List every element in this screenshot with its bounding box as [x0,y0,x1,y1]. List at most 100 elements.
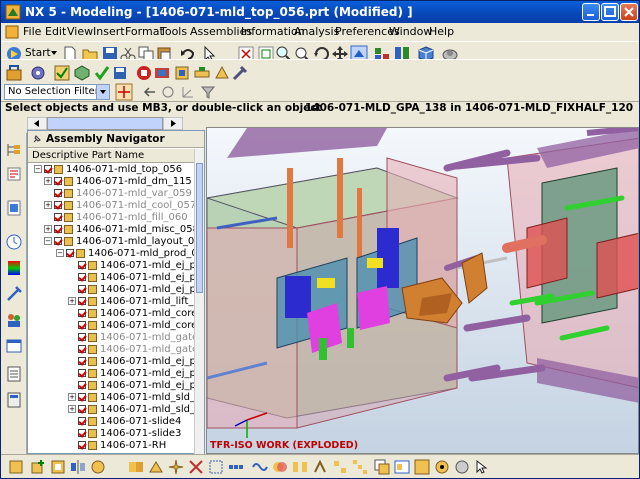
minimize-button[interactable] [582,3,600,21]
check-part-icon[interactable] [53,64,71,82]
tree-row[interactable]: 1406-071-mld_gate... [78,332,194,344]
wave-link-icon[interactable] [251,458,269,476]
view-triad-icon[interactable] [179,83,197,101]
tree-row[interactable]: 1406-071-mld_ej_pi... [78,272,194,284]
mold-wizard-icon[interactable] [5,64,23,82]
menu-format[interactable]: Format [125,25,164,38]
tree-row[interactable]: +1406-071-mld_dm_115 [44,176,192,188]
tree-row[interactable]: 1406-071-mld_fill_060 [54,212,188,224]
view-label: TFR-ISO WORK (EXPLODED) [210,440,359,451]
close-button[interactable] [620,3,638,21]
bounding-box-icon[interactable] [207,458,225,476]
tree-row[interactable]: −1406-071-mld_layout_065 [44,236,194,248]
system-materials-tab-icon[interactable] [5,391,23,409]
variant-icon[interactable] [311,458,329,476]
clone-icon[interactable] [373,458,391,476]
mirror-icon[interactable] [69,458,87,476]
scroll-right-button[interactable] [163,117,183,130]
menu-analysis[interactable]: Analysis [294,25,339,38]
hide-component-icon[interactable] [453,458,471,476]
menu-insert[interactable]: Insert [93,25,125,38]
tree-row[interactable]: 1406-071-slide4 [78,416,181,428]
create-new-icon[interactable] [49,458,67,476]
tree-row[interactable]: +1406-071-mld_cool_057 [44,200,194,212]
assembly-tool-icon[interactable] [7,458,25,476]
verify-icon[interactable] [93,64,111,82]
gear-icon[interactable] [29,64,47,82]
menu-view[interactable]: View [67,25,93,38]
tree-row[interactable]: 1406-071-mld_var_059 [54,188,192,200]
tree-row[interactable]: 1406-071-mld_gate... [78,344,194,356]
selection-filter-dropdown[interactable]: No Selection Filter [4,84,110,100]
menu-edit[interactable]: Edit [45,25,66,38]
start-dropdown-icon[interactable] [51,51,57,55]
tree-row[interactable]: +1406-071-mld_misc_058 [44,224,194,236]
part-navigator-tab-icon[interactable] [5,199,23,217]
tree-row[interactable]: +1406-071-mld_lift_1... [68,296,194,308]
mold-plate-icon[interactable] [153,64,171,82]
menu-window[interactable]: Window [389,25,432,38]
assembly-navigator-tab-icon[interactable] [5,141,23,159]
menu-help[interactable]: Help [429,25,454,38]
tree-row[interactable]: 1406-071-mld_ej_pi... [78,368,194,380]
tab-scrollbar[interactable] [47,117,163,130]
tree-row[interactable]: +1406-071-mld_sld_... [68,392,194,404]
pattern-icon[interactable] [351,458,369,476]
tree-row[interactable]: 1406-071-mld_core... [78,308,194,320]
snap-point-icon[interactable] [159,83,177,101]
history-palette-tab-icon[interactable] [5,365,23,383]
tree-row[interactable]: 1406-071-mld_core... [78,320,194,332]
clearance-icon[interactable] [291,458,309,476]
nx-menu-icon[interactable] [5,25,19,39]
maximize-button[interactable] [601,3,619,21]
sequence-icon[interactable] [227,458,245,476]
tree-row[interactable]: 1406-071-RH [78,440,166,452]
mate-icon[interactable] [127,458,145,476]
display-part-icon[interactable] [413,458,431,476]
mold-base-icon[interactable] [173,64,191,82]
more-tools-icon[interactable] [473,458,491,476]
constraint-navigator-tab-icon[interactable] [5,165,23,183]
tree-row[interactable]: 1406-071-mld_ej_pi... [78,284,194,296]
tree-row[interactable]: −1406-071-mld_prod_075 [56,248,194,260]
roles-tab-icon[interactable] [5,311,23,329]
move-component-icon[interactable] [187,458,205,476]
start-button[interactable]: Start [25,47,51,59]
tree-row[interactable]: +1406-071-mld_sld_... [68,404,194,416]
selection-scope-icon[interactable] [115,83,133,101]
scroll-left-button[interactable] [27,117,47,130]
menu-tools[interactable]: Tools [160,25,187,38]
tree-row[interactable]: 1406-071-mld_ej_pi... [78,380,194,392]
tree-row[interactable]: 1406-071-mld_ej_pi... [78,260,194,272]
graphics-viewport[interactable]: TFR-ISO WORK (EXPLODED) [206,127,639,454]
tree-row[interactable]: 1406-071-slide3 [78,428,181,440]
pin-icon[interactable] [32,134,42,144]
tools-tab-icon[interactable] [5,285,23,303]
menu-file[interactable]: File [23,25,41,38]
scrollbar-thumb[interactable] [196,163,203,293]
arrow-left-icon[interactable] [141,83,159,101]
tree-row[interactable]: −1406-071-mld_top_056 [34,164,182,176]
interference-icon[interactable] [271,458,289,476]
column-header[interactable]: Descriptive Part Name [28,149,194,163]
constraint-icon[interactable] [147,458,165,476]
load-options-icon[interactable] [393,458,411,476]
tools-icon[interactable] [231,64,249,82]
history-tab-icon[interactable] [5,233,23,251]
tree-row[interactable]: 1406-071-mld_ej_pi... [78,356,194,368]
palette-tab-icon[interactable] [5,259,23,277]
stop-icon[interactable] [135,64,153,82]
add-existing-icon[interactable] [29,458,47,476]
save-all-icon[interactable] [111,64,129,82]
reposition-icon[interactable] [89,458,107,476]
slider-icon[interactable] [193,64,211,82]
add-component-icon[interactable] [73,64,91,82]
expand-icon: + [44,201,52,209]
arrangement-icon[interactable] [331,458,349,476]
insert-icon[interactable] [213,64,231,82]
explode-icon[interactable] [167,458,185,476]
show-only-icon[interactable] [433,458,451,476]
navigator-scrollbar[interactable] [194,149,204,454]
web-browser-tab-icon[interactable] [5,337,23,355]
filter-options-icon[interactable] [199,83,217,101]
